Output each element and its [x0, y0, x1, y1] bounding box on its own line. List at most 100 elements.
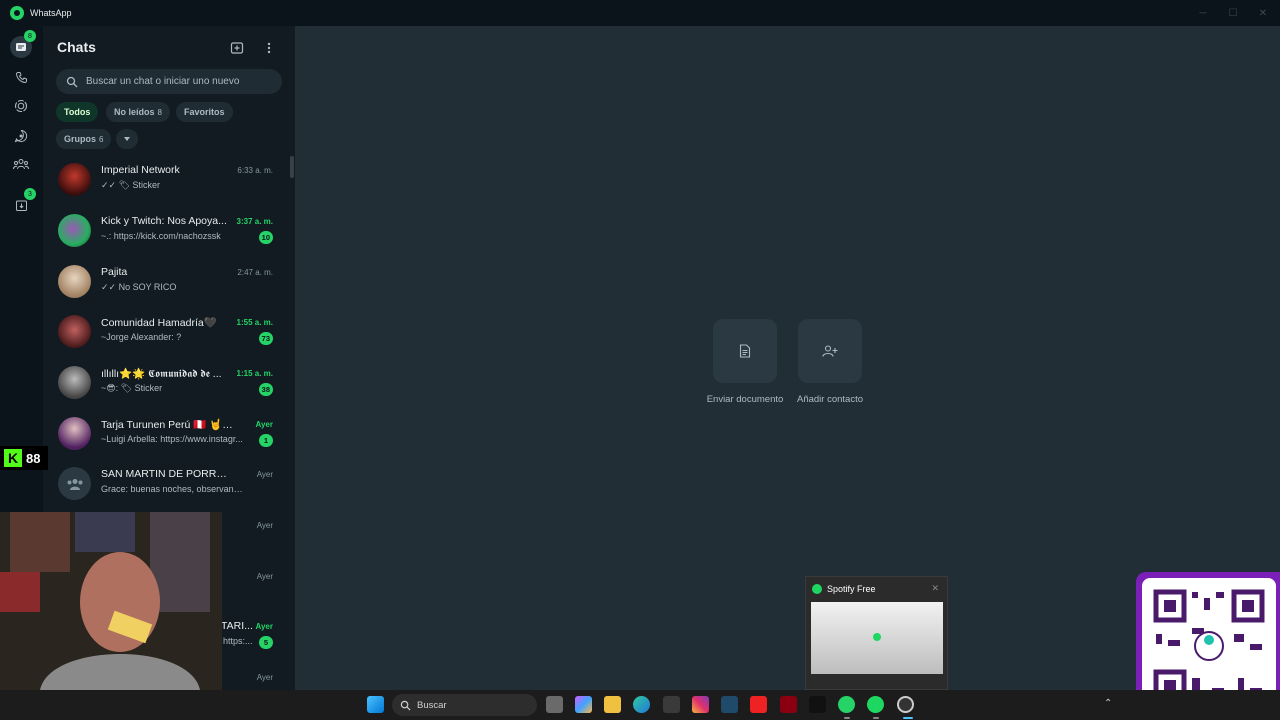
unread-badge: 5: [259, 636, 273, 649]
taskbar-search[interactable]: Buscar: [392, 694, 537, 716]
avatar: [58, 417, 91, 450]
chat-preview: ✓✓ 🏷 Sticker: [101, 180, 161, 190]
filter-grupos[interactable]: Grupos 6: [56, 129, 112, 149]
chat-time: Ayer: [256, 521, 273, 530]
task-view-icon[interactable]: [546, 696, 563, 713]
status-icon: [14, 99, 28, 113]
chat-time: 1:55 a. m.: [236, 318, 273, 327]
spotify-window-thumbnail[interactable]: [811, 602, 943, 674]
file-explorer-icon[interactable]: [604, 696, 621, 713]
more-vertical-icon: [267, 42, 271, 54]
netflix-icon[interactable]: [780, 696, 797, 713]
chat-time: Ayer: [256, 572, 273, 581]
chat-row[interactable]: Tarja Turunen Perú 🇵🇪 🤘 🖤 Ayer ~Luigi Ar…: [43, 410, 283, 460]
maximize-icon[interactable]: ☐: [1218, 0, 1248, 26]
chat-time: 1:15 a. m.: [236, 369, 273, 378]
minimize-icon[interactable]: ─: [1188, 0, 1218, 26]
chat-time: 2:47 a. m.: [237, 268, 273, 277]
whatsapp-logo-icon: [10, 6, 24, 20]
channels-nav-button[interactable]: [10, 125, 32, 147]
add-contact-button[interactable]: [798, 319, 862, 383]
kick-viewer-count: 88: [26, 450, 41, 466]
close-icon[interactable]: ✕: [1248, 0, 1278, 26]
chat-time: Ayer: [255, 420, 274, 429]
copilot-icon[interactable]: [575, 696, 592, 713]
active-indicator: [844, 717, 850, 719]
title-bar: WhatsApp ─ ☐ ✕: [0, 0, 1280, 26]
panel-title: Chats: [57, 39, 96, 55]
chevron-down-icon: [124, 137, 130, 141]
new-chat-button[interactable]: [228, 39, 246, 57]
tiktok-icon[interactable]: [809, 696, 826, 713]
chat-row[interactable]: SAN MARTIN DE PORRES III Ayer Grace: bue…: [43, 460, 283, 510]
scrollbar-thumb[interactable]: [290, 156, 294, 178]
chat-preview: ~.: https://kick.com/nachozssk: [101, 231, 221, 241]
avatar: [58, 366, 91, 399]
add-contact-icon: [822, 345, 838, 357]
search-icon: [66, 76, 78, 87]
group-avatar-icon: [67, 478, 82, 490]
avatar: [58, 315, 91, 348]
chat-time: Ayer: [255, 622, 274, 631]
chat-name: Imperial Network: [101, 164, 180, 176]
chat-time: 6:33 a. m.: [237, 166, 273, 175]
archive-icon: [15, 200, 27, 211]
communities-nav-button[interactable]: [10, 153, 32, 175]
chevron-up-icon[interactable]: ⌃: [1104, 698, 1112, 709]
new-chat-icon: [230, 42, 244, 54]
spotify-taskbar-preview[interactable]: Spotify Free ✕: [805, 576, 948, 690]
chat-name: Kick y Twitch: Nos Apoya...: [101, 215, 227, 227]
status-nav-button[interactable]: [10, 95, 32, 117]
chat-row[interactable]: ıllıllı⭐🌟 𝕮𝖔𝖒𝖚𝖓𝖎𝖉𝖆𝖉 𝖉𝖊 ... 1:15 a. m. ~😎…: [43, 359, 283, 409]
whatsapp-icon[interactable]: [838, 696, 855, 713]
avatar: [58, 265, 91, 298]
unread-badge: 73: [258, 332, 273, 345]
archived-badge: 3: [24, 188, 36, 200]
search-input[interactable]: [86, 76, 276, 87]
chat-preview: ~😎: 🏷 Sticker: [101, 383, 163, 393]
filter-no-leidos[interactable]: No leídos 8: [106, 102, 170, 122]
store-icon[interactable]: [663, 696, 680, 713]
calls-nav-button[interactable]: [10, 66, 32, 88]
chat-name: Tarja Turunen Perú 🇵🇪 🤘 🖤: [101, 419, 233, 431]
filter-todos[interactable]: Todos: [56, 102, 99, 122]
close-icon[interactable]: ✕: [931, 583, 939, 594]
search-bar[interactable]: [56, 69, 282, 94]
channels-icon: [14, 129, 28, 143]
unread-badge: 10: [258, 231, 273, 244]
obs-icon[interactable]: [897, 696, 914, 713]
menu-button[interactable]: [260, 39, 278, 57]
chats-nav-button[interactable]: 8: [10, 30, 36, 58]
filter-favoritos[interactable]: Favoritos: [176, 102, 233, 122]
chat-row[interactable]: Kick y Twitch: Nos Apoya... 3:37 a. m. ~…: [43, 207, 283, 257]
avatar: [58, 214, 91, 247]
chat-row[interactable]: Imperial Network 6:33 a. m. ✓✓ 🏷 Sticker: [43, 156, 283, 206]
chat-row[interactable]: Comunidad Hamadría🖤 1:55 a. m. ~Jorge Al…: [43, 308, 283, 358]
add-contact-label: Añadir contacto: [796, 394, 863, 405]
phone-icon: [15, 71, 27, 83]
spotify-icon[interactable]: [867, 696, 884, 713]
send-document-button[interactable]: [713, 319, 777, 383]
chat-time: 3:37 a. m.: [236, 217, 273, 226]
window-title: WhatsApp: [30, 8, 72, 18]
filter-count: 6: [99, 134, 104, 144]
chat-name: SAN MARTIN DE PORRES III: [101, 468, 233, 480]
instagram-icon[interactable]: [692, 696, 709, 713]
unread-badge: 1: [259, 434, 273, 447]
archived-nav-button[interactable]: 3: [10, 188, 36, 216]
chat-name: ıllıllı⭐🌟 𝕮𝖔𝖒𝖚𝖓𝖎𝖉𝖆𝖉 𝖉𝖊 ...: [101, 368, 222, 380]
edge-icon[interactable]: [633, 696, 650, 713]
chats-icon: [16, 43, 26, 51]
app-icon[interactable]: [750, 696, 767, 713]
filter-more-button[interactable]: [116, 129, 138, 149]
kick-logo-icon: K: [4, 449, 22, 467]
app-icon[interactable]: [721, 696, 738, 713]
active-indicator: [903, 717, 913, 719]
spotify-preview-header: Spotify Free: [812, 584, 876, 594]
webcam-feed: [0, 512, 222, 690]
windows-start-icon[interactable]: [367, 696, 384, 713]
filter-label: Favoritos: [184, 107, 225, 117]
chat-row[interactable]: Pajita 2:47 a. m. ✓✓ No SOY RICO: [43, 258, 283, 308]
chats-unread-badge: 8: [24, 30, 36, 42]
avatar: [58, 467, 91, 500]
